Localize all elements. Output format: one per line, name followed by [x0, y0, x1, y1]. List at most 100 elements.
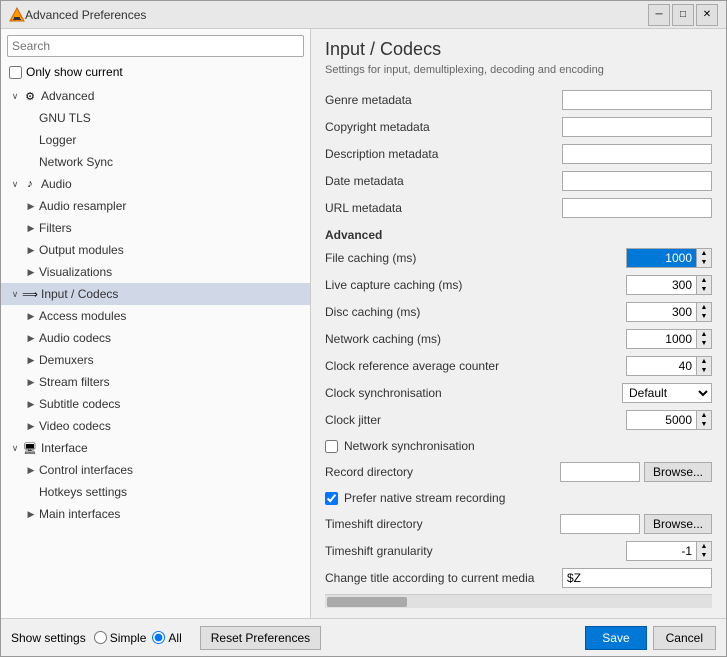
close-button[interactable]: ✕: [696, 4, 718, 26]
tree-label-audio-codecs: Audio codecs: [39, 331, 111, 345]
disc-caching-spinner: ▲ ▼: [626, 302, 712, 322]
all-radio[interactable]: [152, 631, 165, 644]
tree-label-gnu-tls: GNU TLS: [39, 111, 91, 125]
arrow-audio-resampler: ▶: [25, 200, 37, 212]
genre-metadata-input[interactable]: [562, 90, 712, 110]
tree-item-network-sync[interactable]: Network Sync: [1, 151, 310, 173]
arrow-visualizations: ▶: [25, 266, 37, 278]
save-button[interactable]: Save: [585, 626, 646, 650]
minimize-button[interactable]: ─: [648, 4, 670, 26]
tree-item-stream-filters[interactable]: ▶ Stream filters: [1, 371, 310, 393]
change-title-label: Change title according to current media: [325, 571, 562, 585]
tree-container[interactable]: ∨ ⚙ Advanced GNU TLS Logger Network Sync: [1, 85, 310, 618]
live-capture-input[interactable]: [626, 275, 696, 295]
network-caching-up[interactable]: ▲: [697, 330, 711, 339]
file-caching-up[interactable]: ▲: [697, 249, 711, 258]
only-show-current-checkbox[interactable]: [9, 66, 22, 79]
scrollbar-thumb[interactable]: [327, 597, 407, 607]
live-capture-down[interactable]: ▼: [697, 285, 711, 294]
tree-item-audio-codecs[interactable]: ▶ Audio codecs: [1, 327, 310, 349]
tree-item-demuxers[interactable]: ▶ Demuxers: [1, 349, 310, 371]
network-sync-label: Network synchronisation: [344, 439, 475, 453]
clock-ref-down[interactable]: ▼: [697, 366, 711, 375]
cancel-button[interactable]: Cancel: [653, 626, 716, 650]
prefer-native-checkbox[interactable]: [325, 492, 338, 505]
tree-label-advanced: Advanced: [41, 89, 94, 103]
maximize-button[interactable]: □: [672, 4, 694, 26]
timeshift-gran-down[interactable]: ▼: [697, 551, 711, 560]
file-caching-spinner: ▲ ▼: [626, 248, 712, 268]
disc-caching-input[interactable]: [626, 302, 696, 322]
tree-label-demuxers: Demuxers: [39, 353, 94, 367]
timeshift-gran-up[interactable]: ▲: [697, 542, 711, 551]
record-dir-label: Record directory: [325, 465, 560, 479]
tree-label-visualizations: Visualizations: [39, 265, 112, 279]
window-controls: ─ □ ✕: [648, 4, 718, 26]
tree-item-access-modules[interactable]: ▶ Access modules: [1, 305, 310, 327]
arrow-network-sync: [25, 156, 37, 168]
disc-caching-down[interactable]: ▼: [697, 312, 711, 321]
clock-ref-input[interactable]: [626, 356, 696, 376]
record-dir-browse-button[interactable]: Browse...: [644, 462, 712, 482]
clock-jitter-spinner: ▲ ▼: [626, 410, 712, 430]
simple-radio-label: Simple: [94, 631, 147, 645]
network-caching-input[interactable]: [626, 329, 696, 349]
record-dir-input[interactable]: [560, 462, 640, 482]
clock-jitter-input[interactable]: [626, 410, 696, 430]
disc-caching-up[interactable]: ▲: [697, 303, 711, 312]
tree-item-interface[interactable]: ∨ 🖥 Interface: [1, 437, 310, 459]
horizontal-scrollbar[interactable]: [325, 594, 712, 608]
disc-caching-row: Disc caching (ms) ▲ ▼: [325, 300, 712, 324]
live-capture-row: Live capture caching (ms) ▲ ▼: [325, 273, 712, 297]
tree-item-video-codecs[interactable]: ▶ Video codecs: [1, 415, 310, 437]
tree-item-output-modules[interactable]: ▶ Output modules: [1, 239, 310, 261]
clock-jitter-down[interactable]: ▼: [697, 420, 711, 429]
clock-ref-up[interactable]: ▲: [697, 357, 711, 366]
settings-scroll[interactable]: Genre metadata Copyright metadata Descri…: [325, 88, 712, 594]
right-panel: Input / Codecs Settings for input, demul…: [311, 29, 726, 618]
tree-item-gnu-tls[interactable]: GNU TLS: [1, 107, 310, 129]
file-caching-input[interactable]: [626, 248, 696, 268]
app-icon: [9, 7, 25, 23]
clock-sync-select[interactable]: Default Auto Manual: [622, 383, 712, 403]
copyright-metadata-input[interactable]: [562, 117, 712, 137]
clock-jitter-up[interactable]: ▲: [697, 411, 711, 420]
tree-label-logger: Logger: [39, 133, 76, 147]
tree-item-logger[interactable]: Logger: [1, 129, 310, 151]
tree-item-audio-resampler[interactable]: ▶ Audio resampler: [1, 195, 310, 217]
arrow-input-codecs: ∨: [9, 288, 21, 300]
arrow-video-codecs: ▶: [25, 420, 37, 432]
live-capture-up[interactable]: ▲: [697, 276, 711, 285]
timeshift-dir-input[interactable]: [560, 514, 640, 534]
prefer-native-row: Prefer native stream recording: [325, 487, 712, 509]
tree-label-audio: Audio: [41, 177, 72, 191]
date-metadata-input[interactable]: [562, 171, 712, 191]
show-settings-label: Show settings: [11, 631, 86, 645]
tree-item-main-interfaces[interactable]: ▶ Main interfaces: [1, 503, 310, 525]
description-metadata-label: Description metadata: [325, 147, 562, 161]
timeshift-gran-input[interactable]: [626, 541, 696, 561]
tree-item-visualizations[interactable]: ▶ Visualizations: [1, 261, 310, 283]
arrow-stream-filters: ▶: [25, 376, 37, 388]
tree-item-filters[interactable]: ▶ Filters: [1, 217, 310, 239]
network-caching-down[interactable]: ▼: [697, 339, 711, 348]
network-sync-checkbox[interactable]: [325, 440, 338, 453]
tree-item-control-interfaces[interactable]: ▶ Control interfaces: [1, 459, 310, 481]
tree-item-input-codecs[interactable]: ∨ ⟹ Input / Codecs: [1, 283, 310, 305]
arrow-access-modules: ▶: [25, 310, 37, 322]
network-caching-spinner: ▲ ▼: [626, 329, 712, 349]
tree-item-hotkeys-settings[interactable]: Hotkeys settings: [1, 481, 310, 503]
url-metadata-input[interactable]: [562, 198, 712, 218]
search-input[interactable]: [7, 35, 304, 57]
tree-item-audio[interactable]: ∨ ♪ Audio: [1, 173, 310, 195]
timeshift-dir-browse-button[interactable]: Browse...: [644, 514, 712, 534]
tree-item-subtitle-codecs[interactable]: ▶ Subtitle codecs: [1, 393, 310, 415]
change-title-row: Change title according to current media: [325, 566, 712, 590]
description-metadata-input[interactable]: [562, 144, 712, 164]
reset-preferences-button[interactable]: Reset Preferences: [200, 626, 321, 650]
file-caching-down[interactable]: ▼: [697, 258, 711, 267]
network-caching-spinner-btns: ▲ ▼: [696, 329, 712, 349]
tree-item-advanced[interactable]: ∨ ⚙ Advanced: [1, 85, 310, 107]
simple-radio[interactable]: [94, 631, 107, 644]
change-title-input[interactable]: [562, 568, 712, 588]
